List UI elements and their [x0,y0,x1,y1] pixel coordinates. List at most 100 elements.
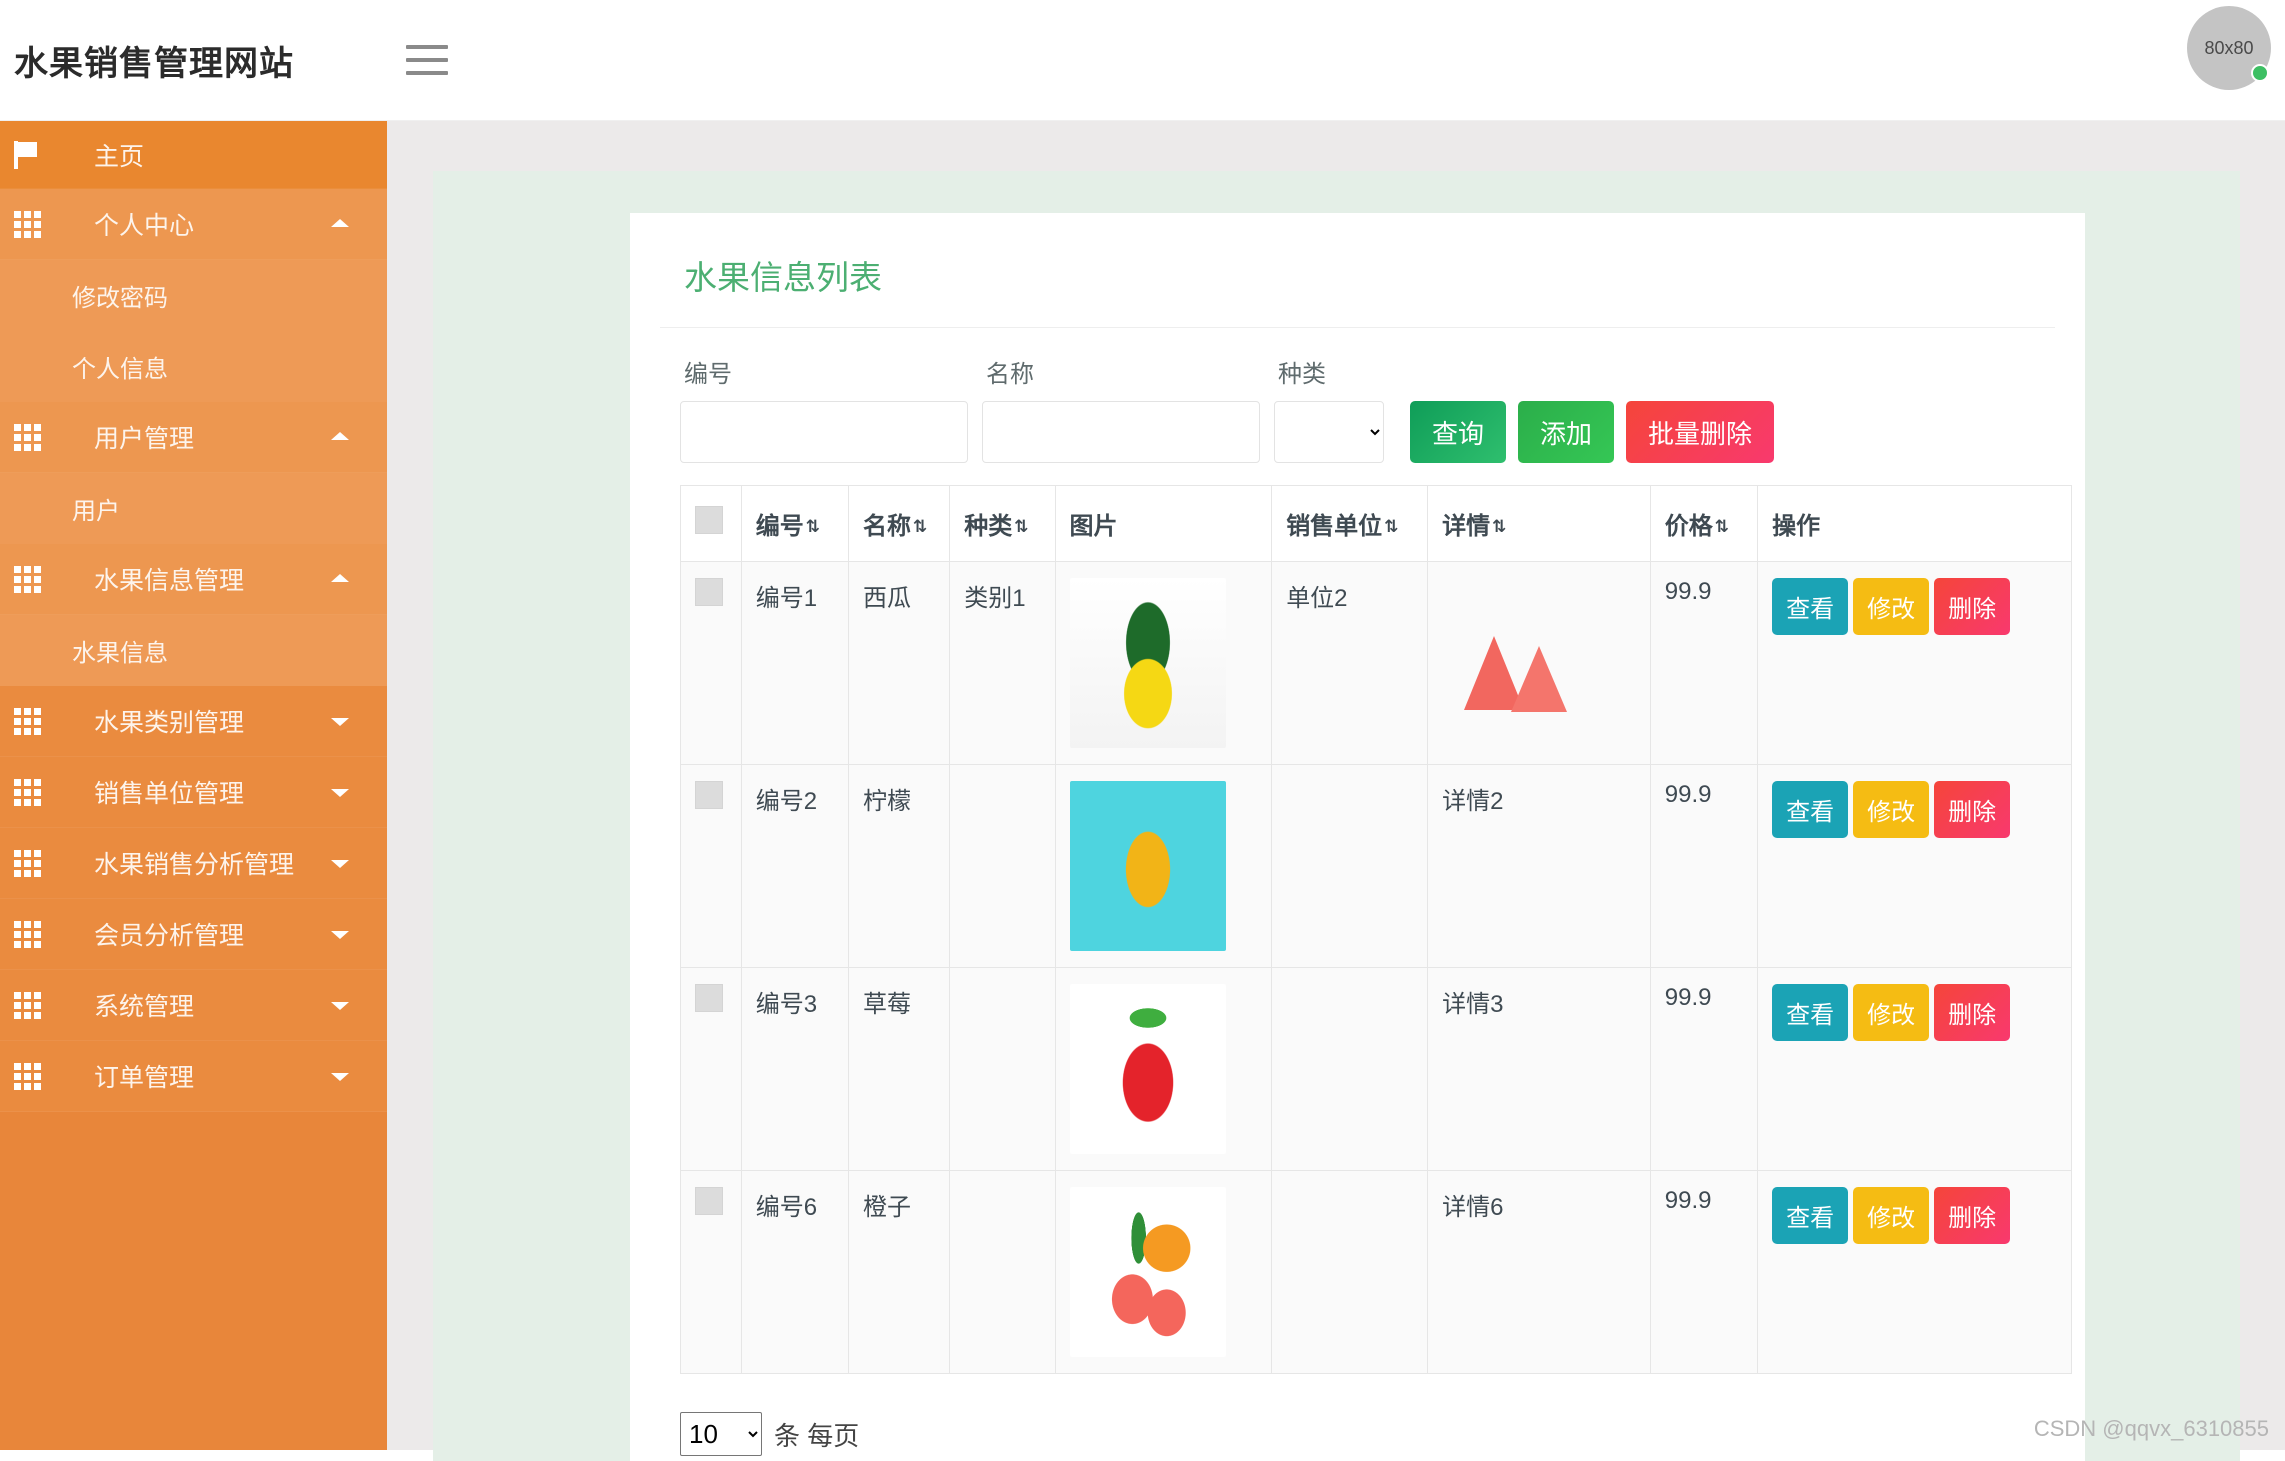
table-header-4: 图片 [1055,486,1272,562]
table-header-1[interactable]: 编号⇅ [741,486,848,562]
edit-button[interactable]: 修改 [1853,781,1929,838]
table-header-2[interactable]: 名称⇅ [849,486,950,562]
search-field-name: 名称 [982,354,1260,463]
search-field-no: 编号 [680,354,968,463]
cell-kind [950,1171,1055,1374]
cell-kind: 类别1 [950,562,1055,765]
sort-icon[interactable]: ⇅ [1384,518,1396,535]
sidebar-item-8[interactable]: 水果类别管理 [0,686,387,757]
delete-button[interactable]: 删除 [1934,781,2010,838]
delete-button[interactable]: 删除 [1934,578,2010,635]
table-header-label: 图片 [1070,513,1118,540]
page-title: 水果信息列表 [660,245,2055,328]
cell-text: 编号3 [756,991,817,1018]
sort-icon[interactable]: ⇅ [1715,518,1727,535]
edit-button[interactable]: 修改 [1853,1187,1929,1244]
sidebar-item-13[interactable]: 订单管理 [0,1041,387,1112]
sidebar-item-4[interactable]: 用户管理 [0,402,387,473]
query-button[interactable]: 查询 [1410,401,1506,463]
sidebar-item-label: 用户 [72,491,120,526]
row-select-cell [681,562,742,765]
sidebar-item-10[interactable]: 水果销售分析管理 [0,828,387,899]
table-header-label: 销售单位 [1286,513,1382,540]
row-checkbox[interactable] [695,781,723,809]
search-input-no[interactable] [680,401,968,463]
cell-detail: 详情3 [1428,968,1651,1171]
sidebar-item-11[interactable]: 会员分析管理 [0,899,387,970]
watermelon-slices-photo [1442,578,1598,748]
chevron-down-icon[interactable] [331,1002,349,1010]
flag-icon [14,141,50,169]
table-header-label: 名称 [863,513,911,540]
per-page-label: 条 每页 [774,1416,859,1453]
row-select-cell [681,1171,742,1374]
table-header-label: 操作 [1772,513,1820,540]
cell-image [1055,1171,1272,1374]
search-form: 编号 名称 种类 查询 添加 批量删除 [660,328,2055,485]
cell-text: 99.9 [1665,984,1712,1011]
table-header-label: 详情 [1442,513,1490,540]
table-header-3[interactable]: 种类⇅ [950,486,1055,562]
hamburger-icon[interactable] [406,45,448,75]
search-field-kind: 种类 [1274,354,1384,463]
row-checkbox[interactable] [695,1187,723,1215]
chevron-down-icon[interactable] [331,789,349,797]
cell-text: 编号6 [756,1194,817,1221]
cell-text: 编号2 [756,788,817,815]
chevron-down-icon[interactable] [331,1073,349,1081]
row-checkbox[interactable] [695,984,723,1012]
cell-name: 草莓 [849,968,950,1171]
sidebar-item-9[interactable]: 销售单位管理 [0,757,387,828]
chevron-down-icon[interactable] [331,931,349,939]
view-button[interactable]: 查看 [1772,984,1848,1041]
chevron-up-icon[interactable] [331,574,349,582]
search-select-kind[interactable] [1274,401,1384,463]
table-body: 编号1西瓜类别1单位299.9查看修改删除编号2柠檬详情299.9查看修改删除编… [681,562,2072,1374]
sidebar-item-label: 水果类别管理 [94,703,244,739]
sidebar-item-label: 主页 [94,137,144,173]
sort-icon[interactable]: ⇅ [1014,518,1026,535]
sidebar-item-0[interactable]: 主页 [0,121,387,189]
select-all-header [681,486,742,562]
table-header-7[interactable]: 价格⇅ [1650,486,1757,562]
cell-name: 柠檬 [849,765,950,968]
sidebar-item-2[interactable]: 修改密码 [0,260,387,331]
edit-button[interactable]: 修改 [1853,984,1929,1041]
chevron-down-icon[interactable] [331,860,349,868]
table-header-5[interactable]: 销售单位⇅ [1272,486,1428,562]
view-button[interactable]: 查看 [1772,781,1848,838]
sidebar-item-12[interactable]: 系统管理 [0,970,387,1041]
sort-icon[interactable]: ⇅ [806,518,818,535]
batch-delete-button[interactable]: 批量删除 [1626,401,1774,463]
cell-detail: 详情6 [1428,1171,1651,1374]
avatar-wrapper[interactable]: 80x80 [2187,6,2271,90]
sidebar-item-5[interactable]: 用户 [0,473,387,544]
grid-icon [14,566,50,593]
sidebar-item-6[interactable]: 水果信息管理 [0,544,387,615]
cell-text: 99.9 [1665,1187,1712,1214]
cell-text: 99.9 [1665,781,1712,808]
search-input-name[interactable] [982,401,1260,463]
row-checkbox[interactable] [695,578,723,606]
table-header-6[interactable]: 详情⇅ [1428,486,1651,562]
view-button[interactable]: 查看 [1772,578,1848,635]
sidebar-item-label: 用户管理 [94,419,194,455]
delete-button[interactable]: 删除 [1934,984,2010,1041]
cell-text: 草莓 [863,991,911,1018]
chevron-down-icon[interactable] [331,718,349,726]
sidebar-item-label: 个人信息 [72,349,168,384]
cell-text: 柠檬 [863,788,911,815]
page-size-select[interactable]: 102050100 [680,1412,762,1456]
select-all-checkbox[interactable] [695,506,723,534]
chevron-up-icon[interactable] [331,432,349,440]
sidebar-item-3[interactable]: 个人信息 [0,331,387,402]
sidebar-item-7[interactable]: 水果信息 [0,615,387,686]
sidebar-item-1[interactable]: 个人中心 [0,189,387,260]
view-button[interactable]: 查看 [1772,1187,1848,1244]
add-button[interactable]: 添加 [1518,401,1614,463]
delete-button[interactable]: 删除 [1934,1187,2010,1244]
sort-icon[interactable]: ⇅ [913,518,925,535]
sort-icon[interactable]: ⇅ [1492,518,1504,535]
chevron-up-icon[interactable] [331,219,349,227]
edit-button[interactable]: 修改 [1853,578,1929,635]
